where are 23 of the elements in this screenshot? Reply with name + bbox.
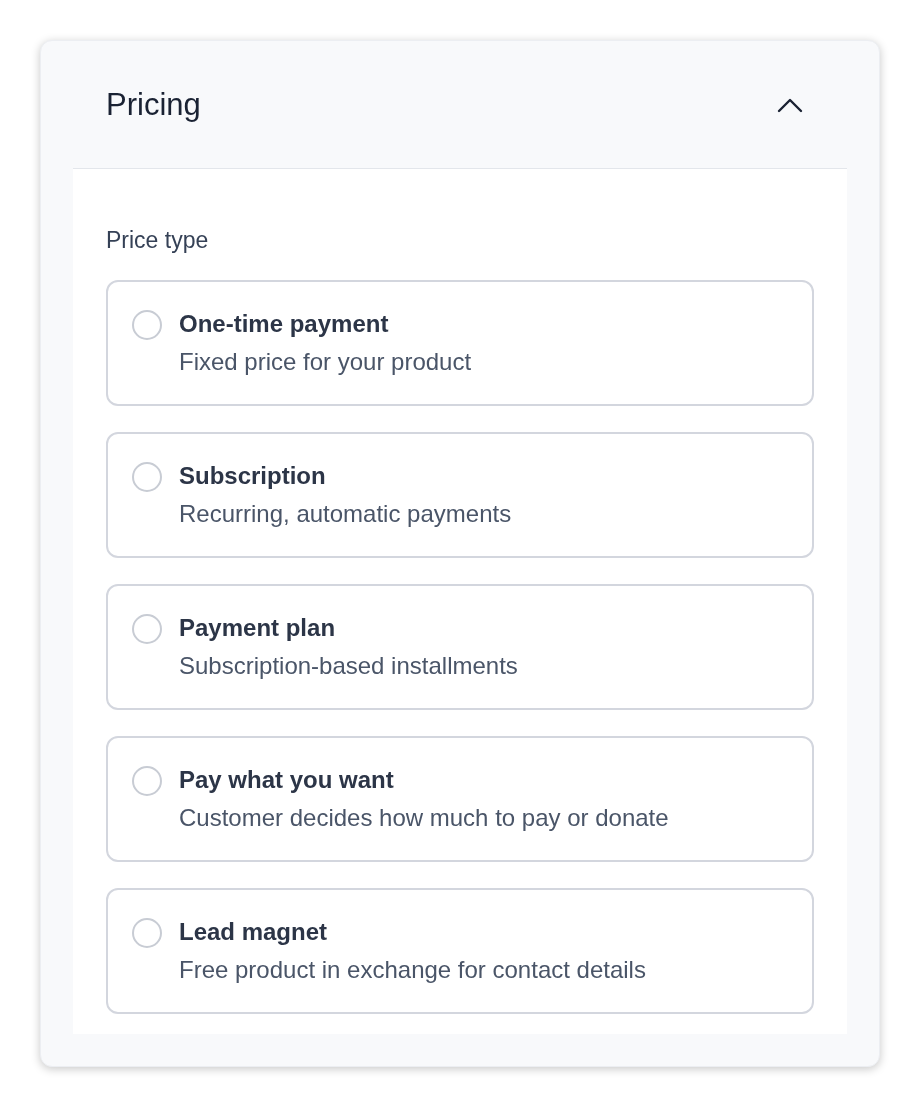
option-description: Customer decides how much to pay or donate — [179, 804, 669, 832]
section-title: Pricing — [106, 86, 201, 123]
price-type-option[interactable]: Subscription Recurring, automatic payments — [106, 432, 814, 558]
radio-button[interactable] — [132, 918, 162, 948]
price-type-option[interactable]: Lead magnet Free product in exchange for contact details — [106, 888, 814, 1014]
option-title: One-time payment — [179, 310, 389, 338]
option-description: Fixed price for your product — [179, 348, 472, 376]
radio-button[interactable] — [132, 462, 162, 492]
option-description: Recurring, automatic payments — [179, 500, 512, 528]
price-type-option[interactable]: Pay what you want Customer decides how much to pay or donate — [106, 736, 814, 862]
field-label: Price type — [106, 227, 209, 254]
option-description: Subscription-based installments — [179, 652, 518, 680]
option-title: Lead magnet — [179, 918, 328, 946]
option-title: Pay what you want — [179, 766, 394, 794]
price-type-option[interactable]: One-time payment Fixed price for your product — [106, 280, 814, 406]
option-title: Payment plan — [179, 614, 336, 642]
radio-button[interactable] — [132, 614, 162, 644]
radio-button[interactable] — [132, 310, 162, 340]
radio-button[interactable] — [132, 766, 162, 796]
chevron-icon — [777, 96, 803, 113]
option-description: Free product in exchange for contact details — [179, 956, 646, 984]
option-title: Subscription — [179, 462, 326, 490]
price-type-option[interactable]: Payment plan Subscription-based installments — [106, 584, 814, 710]
